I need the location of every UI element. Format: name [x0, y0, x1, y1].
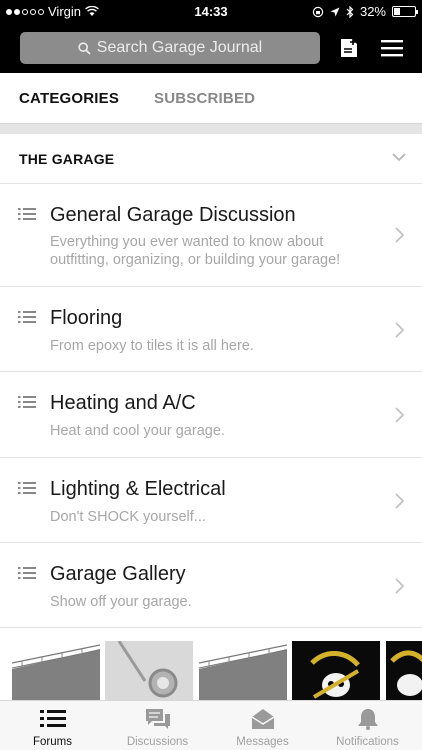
status-bar: Virgin 14:33 32% — [0, 0, 422, 22]
compose-icon[interactable] — [340, 38, 358, 58]
gallery-thumbnail[interactable] — [292, 641, 380, 701]
list-icon — [18, 482, 36, 494]
forum-description-line: Show off your garage. — [50, 594, 192, 610]
list-icon — [18, 208, 36, 220]
search-placeholder: Search Garage Journal — [96, 39, 263, 56]
search-icon — [78, 41, 91, 55]
gallery-thumbnails — [0, 641, 422, 701]
bottom-tab-forums[interactable]: Forums — [0, 701, 105, 750]
list-icon — [40, 710, 66, 727]
forum-title: Heating and A/C — [50, 392, 196, 414]
bottom-tab-label: Messages — [236, 736, 289, 748]
gallery-thumbnail[interactable] — [105, 641, 193, 701]
forum-description-line: Everything you ever wanted to know about — [50, 234, 324, 250]
bottom-tab-discussions[interactable]: Discussions — [105, 701, 210, 750]
category-tabs: CATEGORIES SUBSCRIBED — [0, 73, 422, 123]
location-arrow-icon — [330, 7, 340, 16]
chat-bubbles-icon — [146, 709, 170, 729]
section-header[interactable]: THE GARAGE — [0, 134, 422, 184]
chevron-right-icon — [395, 407, 404, 423]
forum-list: General Garage Discussion Everything you… — [0, 184, 422, 628]
forum-description-line: From epoxy to tiles it is all here. — [50, 338, 254, 354]
chevron-right-icon — [395, 493, 404, 509]
battery-icon — [392, 6, 418, 17]
forum-row-garage-gallery[interactable]: Garage Gallery Show off your garage. — [0, 543, 422, 628]
forum-row-general-garage-discussion[interactable]: General Garage Discussion Everything you… — [0, 184, 422, 287]
bluetooth-icon — [346, 5, 354, 18]
forum-title: Flooring — [50, 307, 123, 329]
forum-description: Don't SHOCK yourself... — [50, 508, 380, 526]
tab-subscribed[interactable]: SUBSCRIBED — [154, 90, 255, 107]
forum-row-heating-and-ac[interactable]: Heating and A/C Heat and cool your garag… — [0, 372, 422, 458]
bottom-tab-notifications[interactable]: Notifications — [315, 701, 420, 750]
forum-description: Heat and cool your garage. — [50, 422, 380, 440]
menu-icon[interactable] — [381, 39, 403, 57]
forum-title: General Garage Discussion — [50, 204, 296, 226]
bell-icon — [358, 709, 378, 730]
list-icon — [18, 311, 36, 323]
forum-description: From epoxy to tiles it is all here. — [50, 337, 380, 355]
forum-description: Show off your garage. — [50, 593, 380, 611]
chevron-down-icon[interactable] — [392, 152, 406, 162]
app-header: Search Garage Journal — [0, 22, 422, 73]
bottom-tab-label: Discussions — [126, 736, 189, 748]
forum-title: Garage Gallery — [50, 563, 186, 585]
gallery-thumbnail[interactable] — [199, 641, 287, 701]
bottom-tab-label: Forums — [33, 736, 72, 748]
envelope-icon — [251, 709, 275, 729]
chevron-right-icon — [395, 578, 404, 594]
list-icon — [18, 396, 36, 408]
bottom-tab-bar: Forums Discussions Messages Notification… — [0, 700, 422, 750]
forum-row-flooring[interactable]: Flooring From epoxy to tiles it is all h… — [0, 287, 422, 372]
tab-categories[interactable]: CATEGORIES — [19, 90, 119, 107]
gallery-thumbnail[interactable] — [386, 641, 422, 701]
forum-title: Lighting & Electrical — [50, 478, 226, 500]
chevron-right-icon — [395, 227, 404, 243]
bottom-tab-messages[interactable]: Messages — [210, 701, 315, 750]
section-title: THE GARAGE — [19, 151, 115, 167]
bottom-tab-label: Notifications — [336, 736, 399, 748]
forum-description-line: outfitting, organizing, or building your… — [50, 252, 341, 268]
forum-row-lighting-and-electrical[interactable]: Lighting & Electrical Don't SHOCK yourse… — [0, 458, 422, 543]
gallery-thumbnail[interactable] — [12, 641, 100, 701]
battery-percent: 32% — [359, 4, 386, 19]
list-icon — [18, 567, 36, 579]
forum-description-line: Don't SHOCK yourself... — [50, 509, 206, 525]
chevron-right-icon — [395, 322, 404, 338]
search-bar[interactable]: Search Garage Journal — [20, 32, 320, 64]
status-right: 32% — [312, 4, 418, 19]
forum-description-line: Heat and cool your garage. — [50, 423, 225, 439]
rotation-lock-icon — [312, 6, 324, 17]
forum-description: Everything you ever wanted to know about… — [50, 233, 380, 269]
divider — [0, 123, 422, 134]
